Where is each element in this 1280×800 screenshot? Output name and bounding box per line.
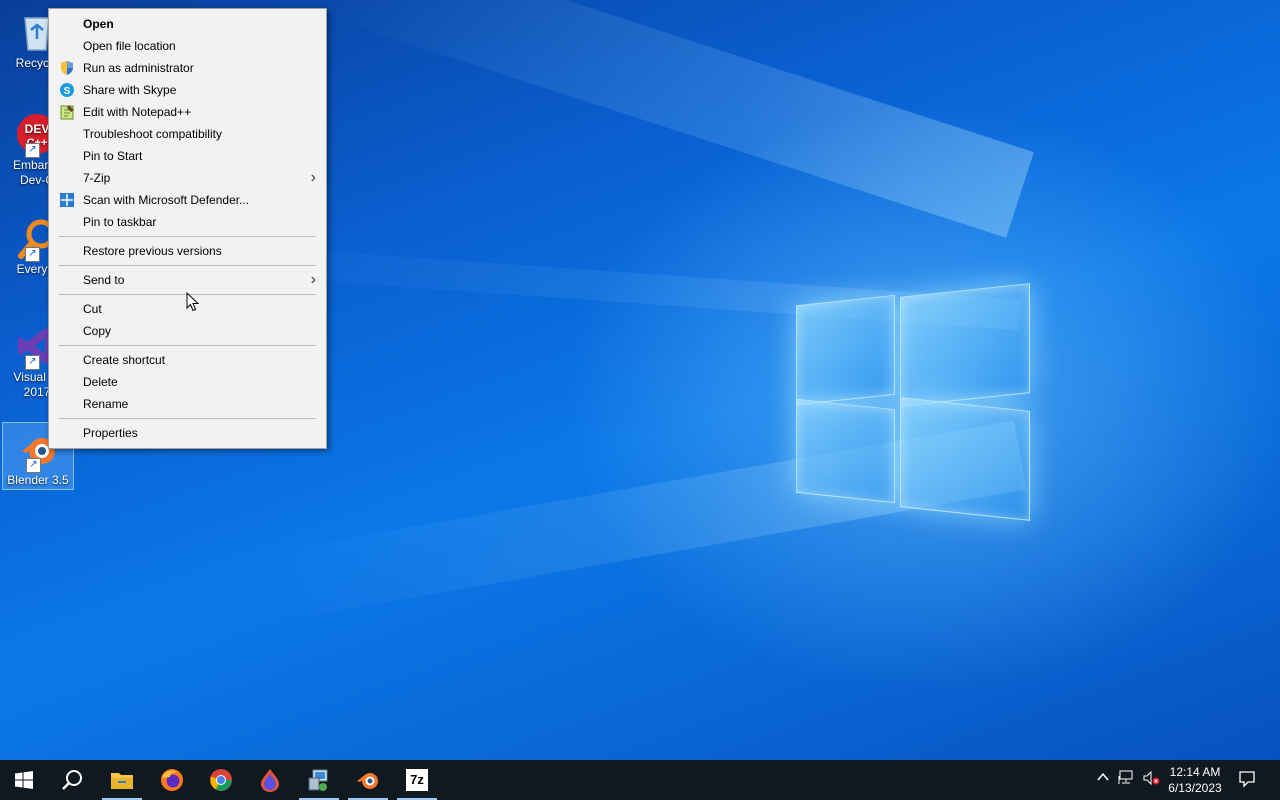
menu-item-label: Send to	[83, 273, 125, 287]
menu-item-open-file-location[interactable]: Open file location	[49, 35, 326, 57]
blender-icon	[357, 773, 378, 789]
menu-item-label: 7-Zip	[83, 171, 111, 185]
file-explorer-icon	[111, 773, 133, 789]
menu-item-run-as-administrator[interactable]: Run as administrator	[49, 57, 326, 79]
menu-item-label: Open file location	[83, 39, 176, 53]
taskbar-chrome[interactable]	[197, 760, 245, 800]
taskbar-clock[interactable]: 12:14 AM 6/13/2023	[1162, 764, 1228, 796]
menu-item-pin-to-taskbar[interactable]: Pin to taskbar	[49, 211, 326, 233]
menu-item-pin-to-start[interactable]: Pin to Start	[49, 145, 326, 167]
taskbar-file-explorer[interactable]	[98, 760, 146, 800]
firefox-icon	[161, 769, 183, 791]
taskbar-network-setup[interactable]	[295, 760, 343, 800]
shortcut-arrow-icon: ↗	[25, 355, 40, 370]
taskbar-7zip[interactable]: 7z	[393, 760, 441, 800]
svg-text:DEV: DEV	[25, 122, 50, 136]
taskbar: 7z 12:14 AM 6/13/2023	[0, 760, 1280, 800]
menu-item-label: Share with Skype	[83, 83, 177, 97]
windows-logo-wallpaper	[796, 282, 1030, 521]
chevron-right-icon: ›	[310, 169, 316, 186]
uac-shield-icon	[59, 60, 75, 76]
show-hidden-icons-chevron-up-icon[interactable]	[1093, 770, 1113, 790]
menu-item-label: Scan with Microsoft Defender...	[83, 193, 250, 207]
search-icon	[62, 770, 82, 790]
menu-item-label: Pin to Start	[83, 149, 143, 163]
context-menu[interactable]: Open Open file location Run as administr…	[48, 8, 327, 449]
clock-date: 6/13/2023	[1168, 781, 1222, 795]
skype-icon: S	[59, 82, 75, 98]
light-beam	[321, 0, 1034, 238]
menu-item-open[interactable]: Open	[49, 13, 326, 35]
menu-item-label: Cut	[83, 302, 102, 316]
network-setup-icon	[308, 769, 328, 791]
menu-item-troubleshoot-compatibility[interactable]: Troubleshoot compatibility	[49, 123, 326, 145]
7zip-icon: 7z	[406, 769, 428, 791]
menu-item-label: Troubleshoot compatibility	[83, 127, 222, 141]
menu-item-label: Copy	[83, 324, 112, 338]
notepadpp-icon	[59, 104, 75, 120]
taskbar-search-button[interactable]	[48, 760, 96, 800]
mouse-cursor-icon	[186, 291, 200, 312]
menu-item-label: Edit with Notepad++	[83, 105, 192, 119]
app-drop-icon	[261, 769, 279, 792]
menu-item-send-to[interactable]: Send to ›	[49, 269, 326, 291]
windows-start-icon	[15, 771, 33, 789]
shortcut-arrow-icon: ↗	[26, 458, 41, 473]
menu-item-copy[interactable]: Copy	[49, 320, 326, 342]
start-button[interactable]	[0, 760, 48, 800]
svg-text:S: S	[64, 86, 71, 97]
menu-item-create-shortcut[interactable]: Create shortcut	[49, 349, 326, 371]
menu-item-label: Open	[83, 17, 114, 31]
desktop[interactable]: Recycle DEV C++ ↗ Embarca Dev-C ↗ Everyt…	[0, 0, 1280, 760]
menu-item-label: Create shortcut	[83, 353, 166, 367]
menu-item-7zip[interactable]: 7-Zip ›	[49, 167, 326, 189]
menu-item-label: Pin to taskbar	[83, 215, 157, 229]
desktop-icon-label: Blender 3.5	[7, 473, 69, 487]
chrome-icon	[210, 769, 232, 791]
menu-item-label: Run as administrator	[83, 61, 194, 75]
menu-item-label: Restore previous versions	[83, 244, 222, 258]
shortcut-arrow-icon: ↗	[25, 143, 40, 158]
taskbar-blender[interactable]	[344, 760, 392, 800]
menu-item-edit-with-notepadpp[interactable]: Edit with Notepad++	[49, 101, 326, 123]
menu-item-label: Rename	[83, 397, 129, 411]
taskbar-firefox[interactable]	[148, 760, 196, 800]
menu-item-delete[interactable]: Delete	[49, 371, 326, 393]
action-center-notification-icon[interactable]	[1237, 770, 1257, 790]
menu-separator	[59, 265, 316, 266]
menu-item-share-with-skype[interactable]: S Share with Skype	[49, 79, 326, 101]
volume-muted-icon[interactable]	[1141, 770, 1161, 790]
clock-time: 12:14 AM	[1169, 765, 1221, 779]
menu-item-rename[interactable]: Rename	[49, 393, 326, 415]
menu-separator	[59, 236, 316, 237]
menu-item-label: Delete	[83, 375, 118, 389]
menu-item-label: Properties	[83, 426, 138, 440]
network-icon[interactable]	[1117, 770, 1137, 790]
taskbar-app-drop[interactable]	[246, 760, 294, 800]
menu-item-scan-with-defender[interactable]: Scan with Microsoft Defender...	[49, 189, 326, 211]
defender-icon	[59, 192, 75, 208]
menu-separator	[59, 345, 316, 346]
menu-separator	[59, 418, 316, 419]
shortcut-arrow-icon: ↗	[25, 247, 40, 262]
menu-item-properties[interactable]: Properties	[49, 422, 326, 444]
chevron-right-icon: ›	[310, 271, 316, 288]
menu-item-restore-previous-versions[interactable]: Restore previous versions	[49, 240, 326, 262]
